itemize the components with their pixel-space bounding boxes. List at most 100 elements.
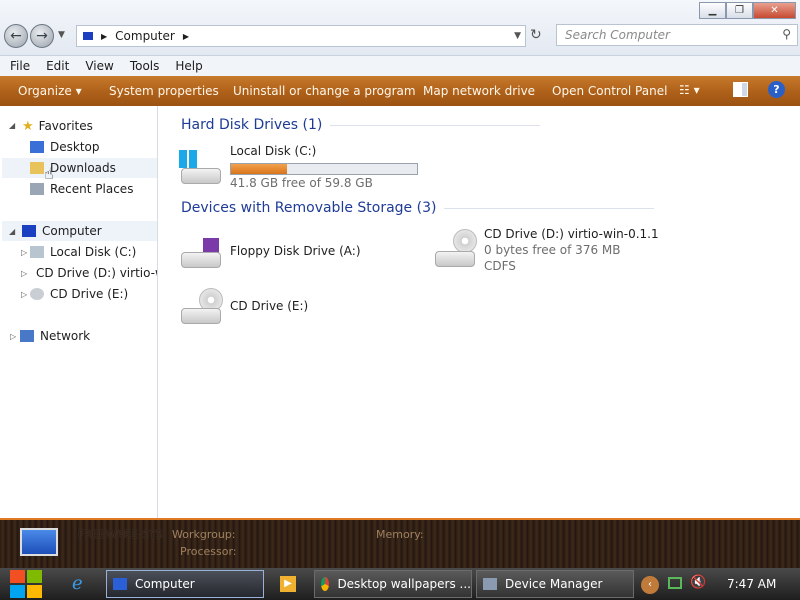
computer-icon	[113, 578, 127, 590]
start-button[interactable]	[10, 570, 42, 598]
folder-icon	[30, 162, 44, 174]
nav-cd-drive-e[interactable]: CD Drive (E:)	[30, 284, 128, 304]
close-button[interactable]: ✕	[753, 2, 796, 19]
drive-d-name: CD Drive (D:) virtio-win-0.1.1	[484, 227, 659, 241]
drive-base-icon	[181, 252, 221, 268]
expand-network-icon[interactable]: ▷	[10, 332, 16, 341]
expand-icon[interactable]: ▷	[21, 269, 27, 278]
nav-downloads[interactable]: Downloads	[2, 158, 157, 178]
address-dropdown[interactable]: ▼	[514, 31, 521, 41]
breadcrumb-arrow-icon[interactable]: ▶	[101, 32, 107, 41]
menu-edit[interactable]: Edit	[46, 59, 69, 73]
breadcrumb-computer[interactable]: Computer	[115, 29, 175, 43]
title-bar: ▁ ❐ ✕ ← → ▼ ▶ Computer ▶ ▼ ↻ Search Comp…	[0, 0, 800, 56]
taskbar-device-manager[interactable]: Device Manager	[476, 570, 634, 598]
group-divider	[330, 124, 541, 126]
group-removable-storage[interactable]: Devices with Removable Storage (3)	[181, 200, 655, 216]
change-view-icon[interactable]: ☷ ▾	[679, 83, 700, 97]
menu-help[interactable]: Help	[175, 59, 202, 73]
drive-d-filesystem: CDFS	[484, 259, 516, 273]
address-bar[interactable]: ▶ Computer ▶ ▼	[76, 25, 526, 47]
nav-local-disk[interactable]: Local Disk (C:)	[30, 242, 136, 262]
back-button[interactable]: ←	[4, 24, 28, 48]
nav-network-label: Network	[40, 329, 91, 343]
drive-floppy-name: Floppy Disk Drive (A:)	[230, 244, 361, 258]
recent-pages-dropdown[interactable]: ▼	[58, 30, 65, 40]
arrow-right-icon: →	[36, 28, 48, 44]
nav-recent-places[interactable]: Recent Places	[30, 179, 133, 199]
chrome-icon	[321, 577, 330, 591]
expand-icon[interactable]: ▷	[21, 290, 27, 299]
computer-icon	[22, 225, 36, 237]
desktop-icon	[30, 141, 44, 153]
nav-cd-e-label: CD Drive (E:)	[50, 287, 129, 301]
drive-floppy-a[interactable]: Floppy Disk Drive (A:)	[177, 234, 407, 274]
menu-view[interactable]: View	[85, 59, 113, 73]
menu-file[interactable]: File	[10, 59, 30, 73]
hard-disk-icon	[181, 168, 221, 184]
nav-cd-d-label: CD Drive (D:) virtio-w	[36, 266, 157, 280]
breadcrumb-arrow-icon[interactable]: ▶	[183, 32, 189, 41]
drive-base-icon	[435, 251, 475, 267]
nav-cd-drive-d[interactable]: CD Drive (D:) virtio-w	[30, 263, 157, 283]
content-pane: Hard Disk Drives (1) Local Disk (C:) 41.…	[159, 106, 800, 518]
drive-local-disk-c[interactable]: Local Disk (C:) 41.8 GB free of 59.8 GB	[177, 144, 427, 190]
open-control-panel-button[interactable]: Open Control Panel	[552, 84, 667, 98]
drive-e-name: CD Drive (E:)	[230, 299, 309, 313]
preview-pane-icon[interactable]	[733, 82, 748, 97]
taskbar-chrome-label: Desktop wallpapers ...	[337, 577, 471, 591]
media-player-icon[interactable]: ▶	[280, 576, 296, 592]
nav-downloads-label: Downloads	[50, 161, 116, 175]
minimize-button[interactable]: ▁	[699, 2, 726, 19]
drive-c-usage-fill	[231, 164, 287, 174]
expand-icon[interactable]: ▷	[21, 248, 27, 257]
menu-tools[interactable]: Tools	[130, 59, 160, 73]
internet-explorer-icon[interactable]: ℯ	[72, 574, 83, 594]
memory-label: Memory:	[376, 528, 424, 541]
cd-drive-icon	[30, 288, 44, 300]
show-hidden-icons-button[interactable]: ‹	[641, 576, 659, 594]
nav-recent-label: Recent Places	[50, 182, 134, 196]
star-icon: ★	[22, 118, 34, 134]
search-input[interactable]: Search Computer ⚲	[556, 24, 798, 46]
arrow-left-icon: ←	[10, 28, 22, 44]
nav-network[interactable]: Network	[20, 326, 90, 346]
computer-icon	[83, 32, 93, 40]
drive-cd-d[interactable]: CD Drive (D:) virtio-win-0.1.1 0 bytes f…	[431, 227, 671, 275]
refresh-icon[interactable]: ↻	[530, 27, 542, 43]
drive-c-name: Local Disk (C:)	[230, 144, 317, 158]
volume-muted-icon[interactable]: 🔇	[690, 575, 706, 590]
group-hard-disk-drives[interactable]: Hard Disk Drives (1)	[181, 117, 541, 133]
forward-button[interactable]: →	[30, 24, 54, 48]
processor-label: Processor:	[180, 545, 237, 558]
details-pane: FREEWARE-SYS Workgroup: Memory: Processo…	[0, 518, 800, 568]
device-manager-icon	[483, 578, 497, 590]
group-hard-disk-title: Hard Disk Drives (1)	[181, 117, 323, 133]
nav-desktop-label: Desktop	[50, 140, 100, 154]
nav-computer-label: Computer	[42, 224, 102, 238]
help-icon[interactable]: ?	[768, 81, 785, 98]
drive-cd-e[interactable]: CD Drive (E:)	[177, 286, 407, 330]
network-icon	[20, 330, 34, 342]
nav-desktop[interactable]: Desktop	[30, 137, 100, 157]
maximize-button[interactable]: ❐	[726, 2, 753, 19]
nav-local-disk-label: Local Disk (C:)	[50, 245, 137, 259]
system-properties-button[interactable]: System properties	[109, 84, 219, 98]
network-tray-icon[interactable]	[668, 577, 682, 589]
navigation-pane: ◢ ★ Favorites Desktop Downloads ☝ Recent…	[0, 106, 158, 518]
search-icon[interactable]: ⚲	[782, 27, 791, 41]
organize-button[interactable]: Organize ▾	[18, 84, 82, 98]
taskbar-computer[interactable]: Computer	[106, 570, 264, 598]
collapse-favorites-icon[interactable]: ◢	[9, 121, 15, 130]
uninstall-program-button[interactable]: Uninstall or change a program	[233, 84, 416, 98]
map-network-drive-button[interactable]: Map network drive	[423, 84, 535, 98]
collapse-computer-icon[interactable]: ◢	[9, 227, 15, 236]
taskbar-chrome[interactable]: Desktop wallpapers ...	[314, 570, 472, 598]
nav-computer[interactable]: Computer	[2, 221, 157, 241]
command-bar: Organize ▾ System properties Uninstall o…	[0, 76, 800, 106]
recent-places-icon	[30, 183, 44, 195]
windows-logo-icon	[179, 150, 197, 168]
nav-favorites-label: Favorites	[38, 119, 93, 133]
clock[interactable]: 7:47 AM	[727, 577, 776, 591]
nav-favorites[interactable]: ★ Favorites	[22, 116, 93, 136]
